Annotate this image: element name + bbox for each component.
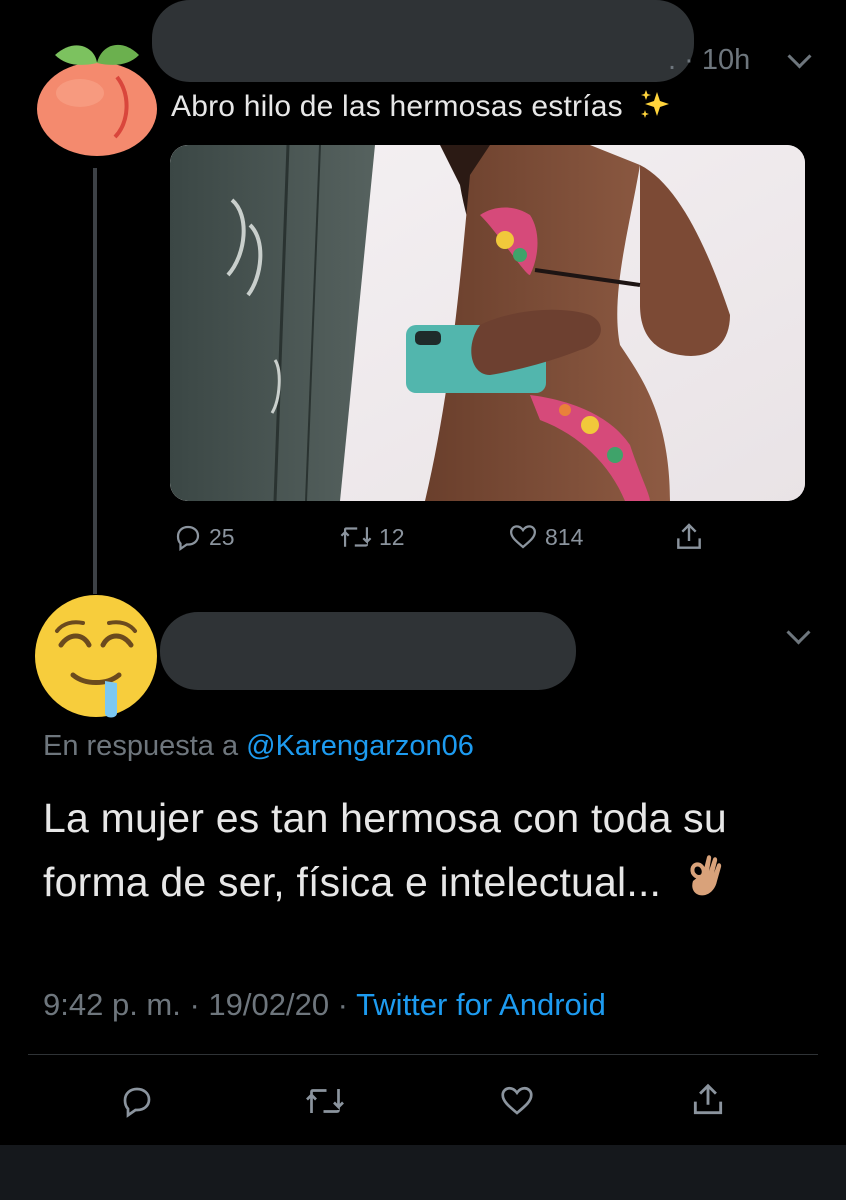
reply-handle-link[interactable]: @Karengarzon06 <box>246 730 474 762</box>
tweet2-timestamp: 9:42 p. m. · 19/02/20 · <box>43 987 357 1022</box>
avatar-tweet1[interactable] <box>35 33 159 157</box>
retweet-count: 12 <box>379 523 405 550</box>
retweet-button-tweet2[interactable] <box>304 1083 346 1124</box>
tweet1-text-line: Abro hilo de las hermosas estrías <box>171 88 671 128</box>
tweet2-text-block: La mujer es tan hermosa con toda su form… <box>43 786 803 917</box>
reply-count: 25 <box>209 523 235 550</box>
divider <box>28 1054 818 1055</box>
sparkles-icon <box>639 88 671 128</box>
tweet1-time: . · 10h <box>668 44 751 76</box>
reply-prefix: En respuesta a <box>43 730 239 762</box>
tweet2-metadata: 9:42 p. m. · 19/02/20 · Twitter for Andr… <box>43 987 606 1023</box>
like-icon <box>509 525 537 549</box>
reply-button-tweet2[interactable] <box>119 1083 155 1124</box>
retweet-icon <box>306 1089 344 1113</box>
tweet2-text: La mujer es tan hermosa con toda su form… <box>43 795 727 905</box>
like-button-tweet2[interactable] <box>498 1083 536 1124</box>
drooling-face-icon <box>35 595 157 718</box>
photo-image <box>170 145 805 501</box>
like-icon <box>501 1086 533 1115</box>
like-button[interactable]: 814 <box>507 522 583 552</box>
thread-connector <box>93 168 97 594</box>
chevron-down-icon[interactable] <box>786 620 811 648</box>
reply-icon <box>123 1087 151 1118</box>
author-redacted-tweet2 <box>160 612 576 690</box>
author-redacted-tweet1 <box>152 0 694 82</box>
share-icon <box>693 1083 723 1115</box>
like-count: 814 <box>545 523 584 550</box>
tweet1-text: Abro hilo de las hermosas estrías <box>171 89 623 123</box>
bottom-bar <box>0 1145 846 1200</box>
reply-context: En respuesta a @Karengarzon06 <box>43 730 474 763</box>
share-icon <box>677 523 701 549</box>
reply-icon <box>176 525 200 552</box>
retweet-icon <box>340 527 372 547</box>
tweet2-source-link[interactable]: Twitter for Android <box>356 987 606 1022</box>
reply-button[interactable]: 25 <box>173 522 235 552</box>
ok-hand-icon <box>683 853 723 917</box>
retweet-button[interactable]: 12 <box>339 522 405 552</box>
avatar-tweet2[interactable] <box>33 593 159 719</box>
peach-icon <box>37 44 157 156</box>
share-button[interactable] <box>673 521 711 553</box>
tweet1-photo[interactable] <box>170 145 805 501</box>
chevron-down-icon[interactable] <box>787 44 812 72</box>
share-button-tweet2[interactable] <box>689 1081 727 1124</box>
